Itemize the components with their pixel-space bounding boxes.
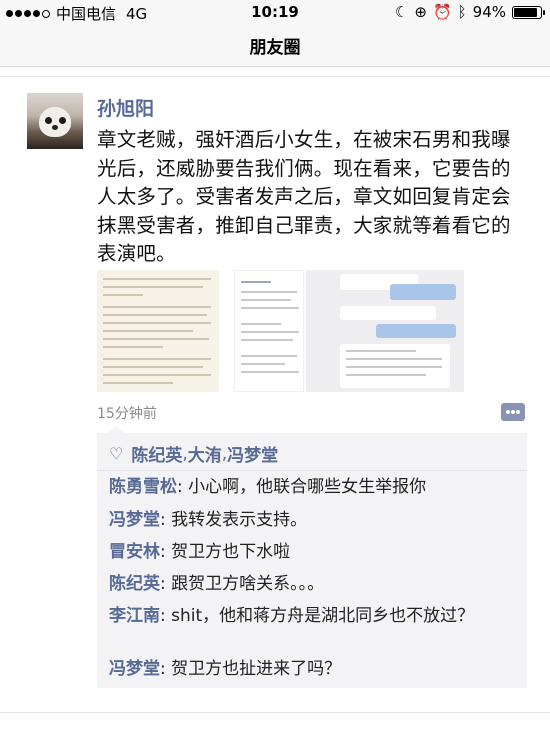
like-name[interactable]: 陈纪英: [131, 441, 182, 466]
moon-icon: ☾: [394, 3, 409, 21]
likes-divider: [97, 470, 527, 471]
status-bar: 中国电信 4G 10:19 ☾ ⊕ ⏰ ᛒ 94%: [0, 0, 550, 24]
comment-action-button[interactable]: [501, 403, 525, 421]
battery-icon: [512, 5, 545, 19]
divider: [0, 76, 550, 77]
avatar[interactable]: [27, 93, 83, 149]
comment-item[interactable]: 陈纪英: 跟贺卫方啥关系。。。: [109, 572, 521, 597]
nav-bar: 朋友圈: [0, 24, 550, 67]
comment-text: 小心啊，他联合哪些女生举报你: [188, 477, 427, 497]
comment-text: 跟贺卫方啥关系。。。: [171, 574, 325, 594]
comment-text: shit，他和蒋方舟是湖北同乡也不放过？: [171, 606, 475, 626]
post-image-3[interactable]: [306, 270, 464, 392]
page-title: 朋友圈: [249, 38, 301, 58]
comment-author[interactable]: 冒安林: [109, 542, 160, 562]
comment-author[interactable]: 冯梦堂: [109, 510, 160, 530]
comment-item[interactable]: 冯梦堂: 我转发表示支持。: [109, 508, 521, 533]
post-author[interactable]: 孙旭阳: [97, 94, 154, 121]
comment-box: ♡ 陈纪英, 大洧, 冯梦堂 陈勇雪松: 小心啊，他联合哪些女生举报你 冯梦堂:…: [97, 433, 527, 688]
comment-text: 贺卫方也扯进来了吗？: [171, 659, 342, 679]
like-name[interactable]: 冯梦堂: [227, 441, 278, 466]
comment-author[interactable]: 陈勇雪松: [109, 477, 177, 497]
post-timestamp: 15分钟前: [97, 406, 157, 422]
comment-text: 贺卫方也下水啦: [171, 542, 291, 562]
battery-percent: 94%: [472, 3, 506, 21]
likes-row: ♡ 陈纪英, 大洧, 冯梦堂: [109, 441, 278, 467]
comment-author[interactable]: 李江南: [109, 606, 160, 626]
comment-box-arrow: [108, 425, 124, 433]
comment-text: 我转发表示支持。: [171, 510, 308, 530]
comment-item[interactable]: 冒安林: 贺卫方也下水啦: [109, 540, 521, 565]
comment-author[interactable]: 冯梦堂: [109, 659, 160, 679]
like-name[interactable]: 大洧: [188, 441, 222, 466]
alarm-icon: ⏰: [432, 3, 452, 21]
post-text: 章文老贼，强奸酒后小女生，在被宋石男和我曝光后，还威胁要告我们俩。现在看来，它要…: [97, 128, 511, 265]
bluetooth-icon: ᛒ: [457, 3, 467, 21]
post-image-2[interactable]: [234, 270, 304, 392]
lock-rotation-icon: ⊕: [414, 3, 427, 21]
comment-item[interactable]: 李江南: shit，他和蒋方舟是湖北同乡也不放过？: [109, 604, 521, 629]
comment-item[interactable]: 陈勇雪松: 小心啊，他联合哪些女生举报你: [109, 475, 521, 500]
post-image-1[interactable]: [97, 270, 219, 392]
heart-icon: ♡: [109, 444, 124, 463]
comment-author[interactable]: 陈纪英: [109, 574, 160, 594]
comment-item[interactable]: 冯梦堂: 贺卫方也扯进来了吗？: [109, 657, 521, 682]
divider: [0, 712, 550, 713]
status-right: ☾ ⊕ ⏰ ᛒ 94%: [394, 3, 545, 21]
